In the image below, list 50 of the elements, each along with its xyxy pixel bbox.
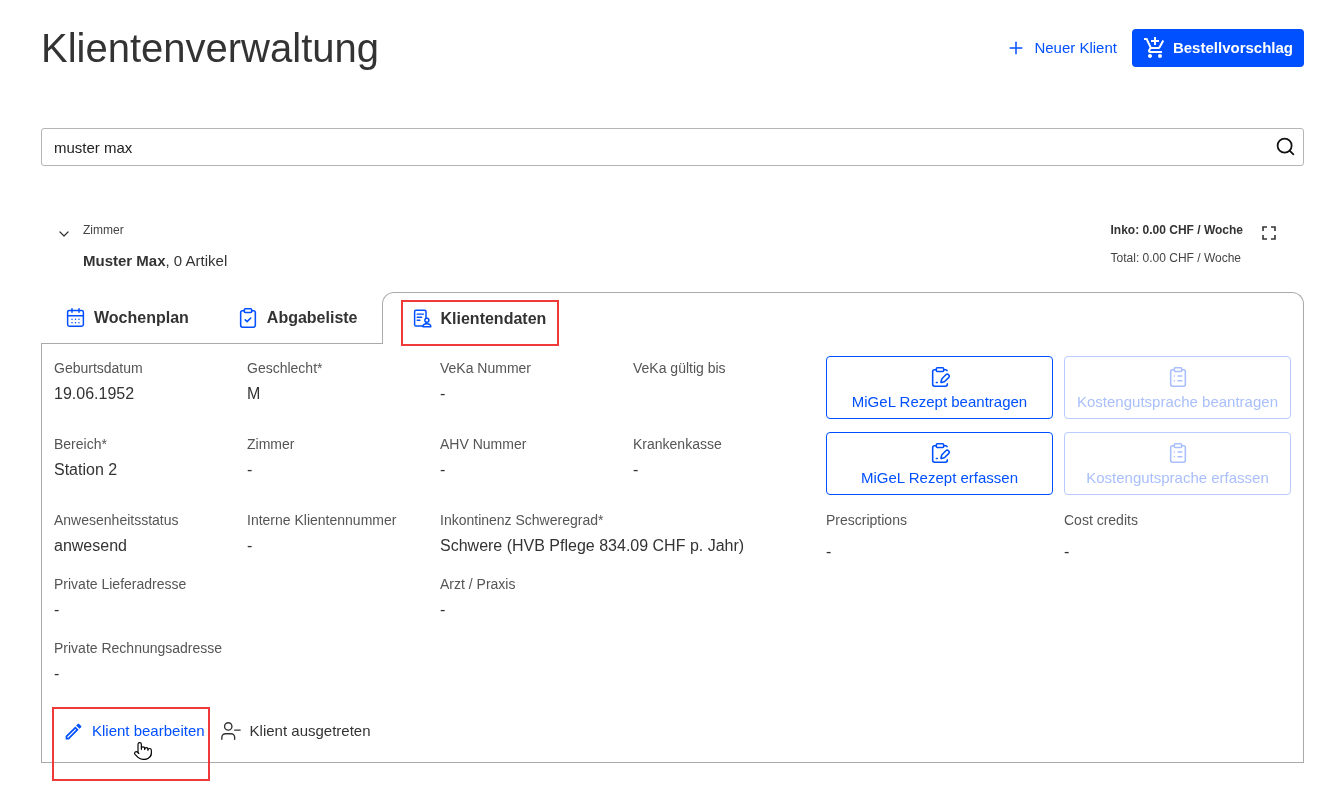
cart-plus-icon [1142,36,1167,60]
field-value: - [247,536,253,556]
field-value: M [247,384,261,404]
field-value: - [633,460,639,480]
document-button[interactable]: MiGeL Rezept beantragen [826,356,1053,419]
tab[interactable]: Klientendaten [381,292,1304,344]
total-cost: Total: 0.00 CHF / Woche [1110,250,1242,266]
field-value: - [54,664,60,684]
client-name: Muster Max, 0 Artikel [83,251,228,271]
field-label: Geschlecht* [247,359,323,378]
user-minus-icon [219,720,242,742]
field-label: VeKa gültig bis [633,359,726,378]
field-value: - [440,384,446,404]
field-label: Anwesenheitsstatus [54,511,179,530]
field-label: Interne Klientennummer [247,511,397,530]
field-value: anwesend [54,536,127,556]
field-value: - [247,460,253,480]
field-value: - [1064,542,1070,562]
field-label: Private Rechnungsadresse [54,639,223,658]
field-label: Cost credits [1064,511,1138,530]
field-label: Inkontinenz Schweregrad* [440,511,604,530]
document-button[interactable]: MiGeL Rezept erfassen [826,432,1053,495]
calendar-icon [65,307,86,328]
field-value: Schwere (HVB Pflege 834.09 CHF p. Jahr) [440,536,745,556]
order-suggestion-button[interactable]: Bestellvorschlag [1131,29,1304,67]
field-label: Private Lieferadresse [54,575,187,594]
field-label: Zimmer [247,435,295,454]
search-field[interactable]: muster max [41,128,1304,166]
page-title: Klientenverwaltung [41,25,379,72]
field-value: - [826,542,832,562]
new-client-link[interactable]: Neuer Klient [1006,29,1117,67]
room-label: Zimmer [83,222,124,238]
search-icon[interactable] [1275,136,1296,157]
field-label: Prescriptions [826,511,907,530]
field-label: Bereich* [54,435,107,454]
field-label: Arzt / Praxis [440,575,516,594]
field-value: - [54,600,60,620]
field-value: - [440,600,446,620]
field-label: VeKa Nummer [440,359,532,378]
field-label: Geburtsdatum [54,359,143,378]
user-document-icon [411,308,433,329]
field-value: 19.06.1952 [54,384,135,404]
field-label: AHV Nummer [440,435,527,454]
inko-cost: Inko: 0.00 CHF / Woche [1110,222,1243,238]
field-label: Krankenkasse [633,435,722,454]
field-value: - [440,460,446,480]
expand-icon[interactable] [1262,226,1276,240]
field-value: Station 2 [54,460,118,480]
edit-client-link[interactable]: Klient bearbeiten [63,719,205,743]
discharge-client-link[interactable]: Klient ausgetreten [219,719,371,743]
